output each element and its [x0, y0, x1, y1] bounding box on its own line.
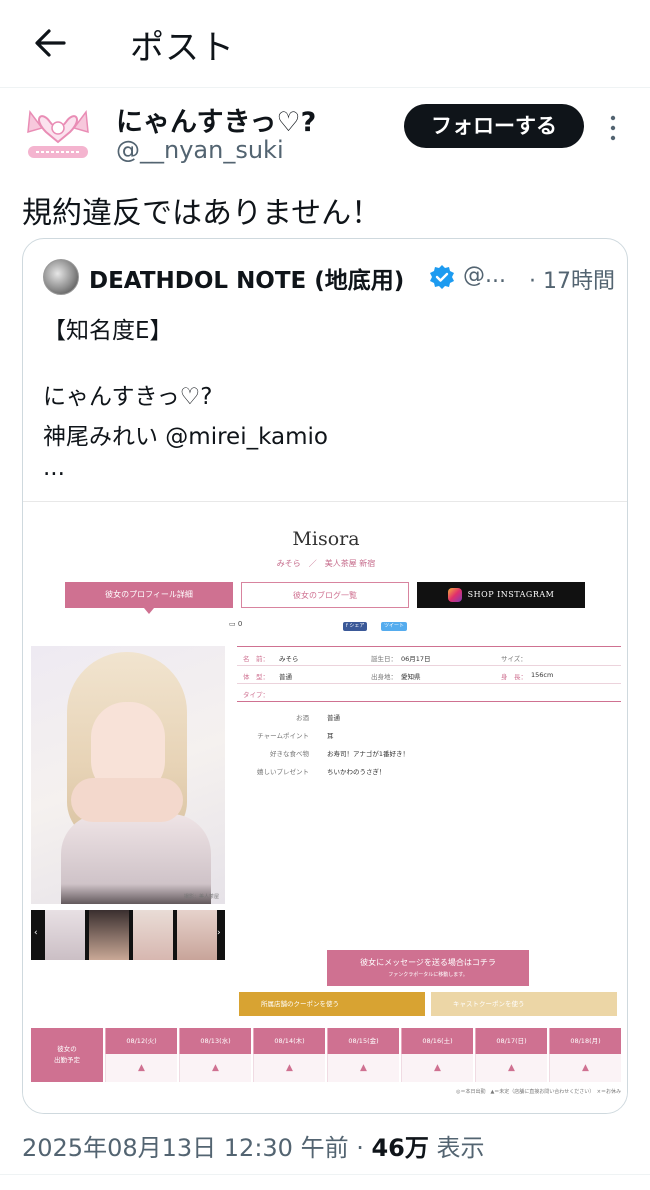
origin-value: 愛知県 — [401, 673, 421, 681]
tipe-label: タイプ： — [243, 691, 269, 699]
profile-table-top — [237, 646, 621, 647]
thumbnail — [89, 910, 129, 960]
photo-thumbnails: ‹ › — [31, 910, 225, 960]
schedule-mark: ▲ — [179, 1054, 251, 1082]
author-handle[interactable]: @__nyan_suki — [116, 136, 284, 164]
size-label: サイズ： — [501, 655, 527, 663]
schedule-mark: ▲ — [105, 1054, 177, 1082]
type-value: 普通 — [279, 673, 292, 681]
quote-line: ... — [43, 455, 65, 481]
detail-value: ちいかわのうさぎ！ — [327, 768, 386, 776]
author-name[interactable]: にゃんすきっ♡? — [116, 100, 316, 139]
detail-value: 耳 — [327, 732, 334, 740]
detail-key: お酒 — [296, 714, 309, 722]
profile-photo: 撮影：美人茶屋 — [31, 646, 225, 904]
detail-value: 普通 — [327, 714, 340, 722]
follow-button[interactable]: フォローする — [404, 104, 584, 148]
type-label: 体 型： — [243, 673, 269, 681]
facebook-share-button: f シェア — [343, 622, 368, 631]
detail-key: チャームポイント — [257, 732, 309, 740]
schedule-day: 08/14(木) — [253, 1028, 325, 1054]
like-count-value: 0 — [237, 620, 243, 628]
shop-instagram-button: SHOP INSTAGRAM — [417, 582, 585, 608]
photo-body — [61, 814, 211, 904]
thumb-prev-icon: ‹ — [34, 928, 38, 938]
photo-hands — [71, 778, 183, 822]
views-count: 46万 — [371, 1134, 429, 1162]
send-message-label: 彼女にメッセージを送る場合はコチラ — [360, 958, 496, 967]
profile-row: 体 型： 普通 出身地： 愛知県 身 長： 156cm — [237, 666, 621, 684]
profile-row: タイプ： — [237, 684, 621, 702]
birthday-value: 06月17日 — [401, 655, 431, 663]
name-value: みそら — [279, 655, 299, 663]
store-coupon-button: 所属店舗のクーポンを使う > — [239, 992, 450, 1032]
schedule-mark: ▲ — [401, 1054, 473, 1082]
meta-separator: · — [348, 1134, 372, 1162]
schedule-day: 08/17(日) — [475, 1028, 547, 1054]
schedule-day: 08/18(月) — [549, 1028, 621, 1054]
schedule-legend: ◎＝本日出勤 ▲＝未定（店舗に直接お問い合わせください） ×＝お休み — [456, 1089, 621, 1095]
send-message-button: 彼女にメッセージを送る場合はコチラ ファンクラポータルに移動します。 — [327, 950, 529, 986]
top-bar: ポスト — [0, 0, 650, 88]
verified-badge-icon — [429, 264, 455, 290]
thumbnail — [133, 910, 173, 960]
blog-list-button: 彼女のブログ一覧 — [241, 582, 409, 608]
quote-line: 神尾みれい @mirei_kamio — [43, 424, 328, 450]
post-meta: 2025年08月13日 12:30 午前 · 46万 表示 — [22, 1128, 485, 1163]
height-value: 156cm — [531, 671, 554, 679]
quote-author-handle: @... — [463, 263, 506, 288]
instagram-label: SHOP INSTAGRAM — [467, 590, 555, 599]
post-text: 規約違反ではありません！ — [22, 196, 382, 231]
schedule-day: 08/16(土) — [401, 1028, 473, 1054]
schedule-mark: ▲ — [549, 1054, 621, 1082]
photo-caption: 撮影：美人茶屋 — [183, 894, 219, 900]
divider — [0, 1174, 650, 1175]
schedule-mark: ▲ — [475, 1054, 547, 1082]
detail-key: 好きな食べ物 — [270, 750, 309, 758]
send-message-sub: ファンクラポータルに移動します。 — [388, 972, 468, 978]
detail-key: 嬉しいプレゼント — [257, 768, 309, 776]
cast-coupon-button: キャストクーポンを使う > — [431, 992, 627, 1032]
quote-timestamp: · 17時間 — [529, 269, 615, 294]
quote-author-name: DEATHDOL NOTE (地底用) — [89, 268, 405, 294]
name-label: 名 前： — [243, 655, 269, 663]
schedule-day: 08/12(火) — [105, 1028, 177, 1054]
quote-author-avatar — [43, 259, 79, 295]
more-options-icon[interactable] — [604, 112, 622, 144]
profile-name: Misora — [292, 528, 360, 550]
quoted-post[interactable]: DEATHDOL NOTE (地底用) @... · 17時間 【知名度E】 に… — [22, 238, 628, 1114]
thumbnail — [45, 910, 85, 960]
active-tab-indicator — [144, 608, 154, 614]
profile-row: 名 前： みそら 誕生日： 06月17日 サイズ： — [237, 648, 621, 666]
thumbnail — [177, 910, 217, 960]
quote-media-image[interactable]: Misora みそら ／ 美人茶屋 新宿 彼女のプロフィール詳細 彼女のブログ一… — [23, 501, 627, 1113]
schedule-day: 08/13(水) — [179, 1028, 251, 1054]
post-timestamp[interactable]: 2025年08月13日 12:30 午前 — [22, 1134, 349, 1162]
detail-value: お寿司！アナゴが1番好き！ — [327, 750, 410, 758]
page-title: ポスト — [130, 28, 235, 68]
views-label: 表示 — [428, 1134, 485, 1162]
schedule-table: 彼女の 出勤予定 08/12(火) 08/13(水) 08/14(木) 08/15… — [31, 1028, 621, 1082]
schedule-mark: ▲ — [327, 1054, 399, 1082]
profile-subtitle: みそら ／ 美人茶屋 新宿 — [276, 559, 376, 568]
tweet-share-button: ツイート — [381, 622, 408, 631]
like-count: ▭ 0 — [229, 620, 243, 628]
quote-line: 【知名度E】 — [43, 318, 173, 344]
instagram-icon — [447, 588, 462, 602]
height-label: 身 長： — [501, 673, 527, 681]
schedule-heading: 彼女の 出勤予定 — [31, 1028, 103, 1082]
schedule-mark: ▲ — [253, 1054, 325, 1082]
profile-detail-button: 彼女のプロフィール詳細 — [65, 582, 233, 608]
author-avatar[interactable] — [22, 104, 94, 164]
schedule-day: 08/15(金) — [327, 1028, 399, 1054]
birthday-label: 誕生日： — [371, 655, 397, 663]
back-arrow-icon[interactable] — [30, 22, 72, 64]
origin-label: 出身地： — [371, 673, 397, 681]
thumb-next-icon: › — [217, 928, 221, 938]
quote-line: にゃんすきっ♡? — [43, 384, 213, 410]
